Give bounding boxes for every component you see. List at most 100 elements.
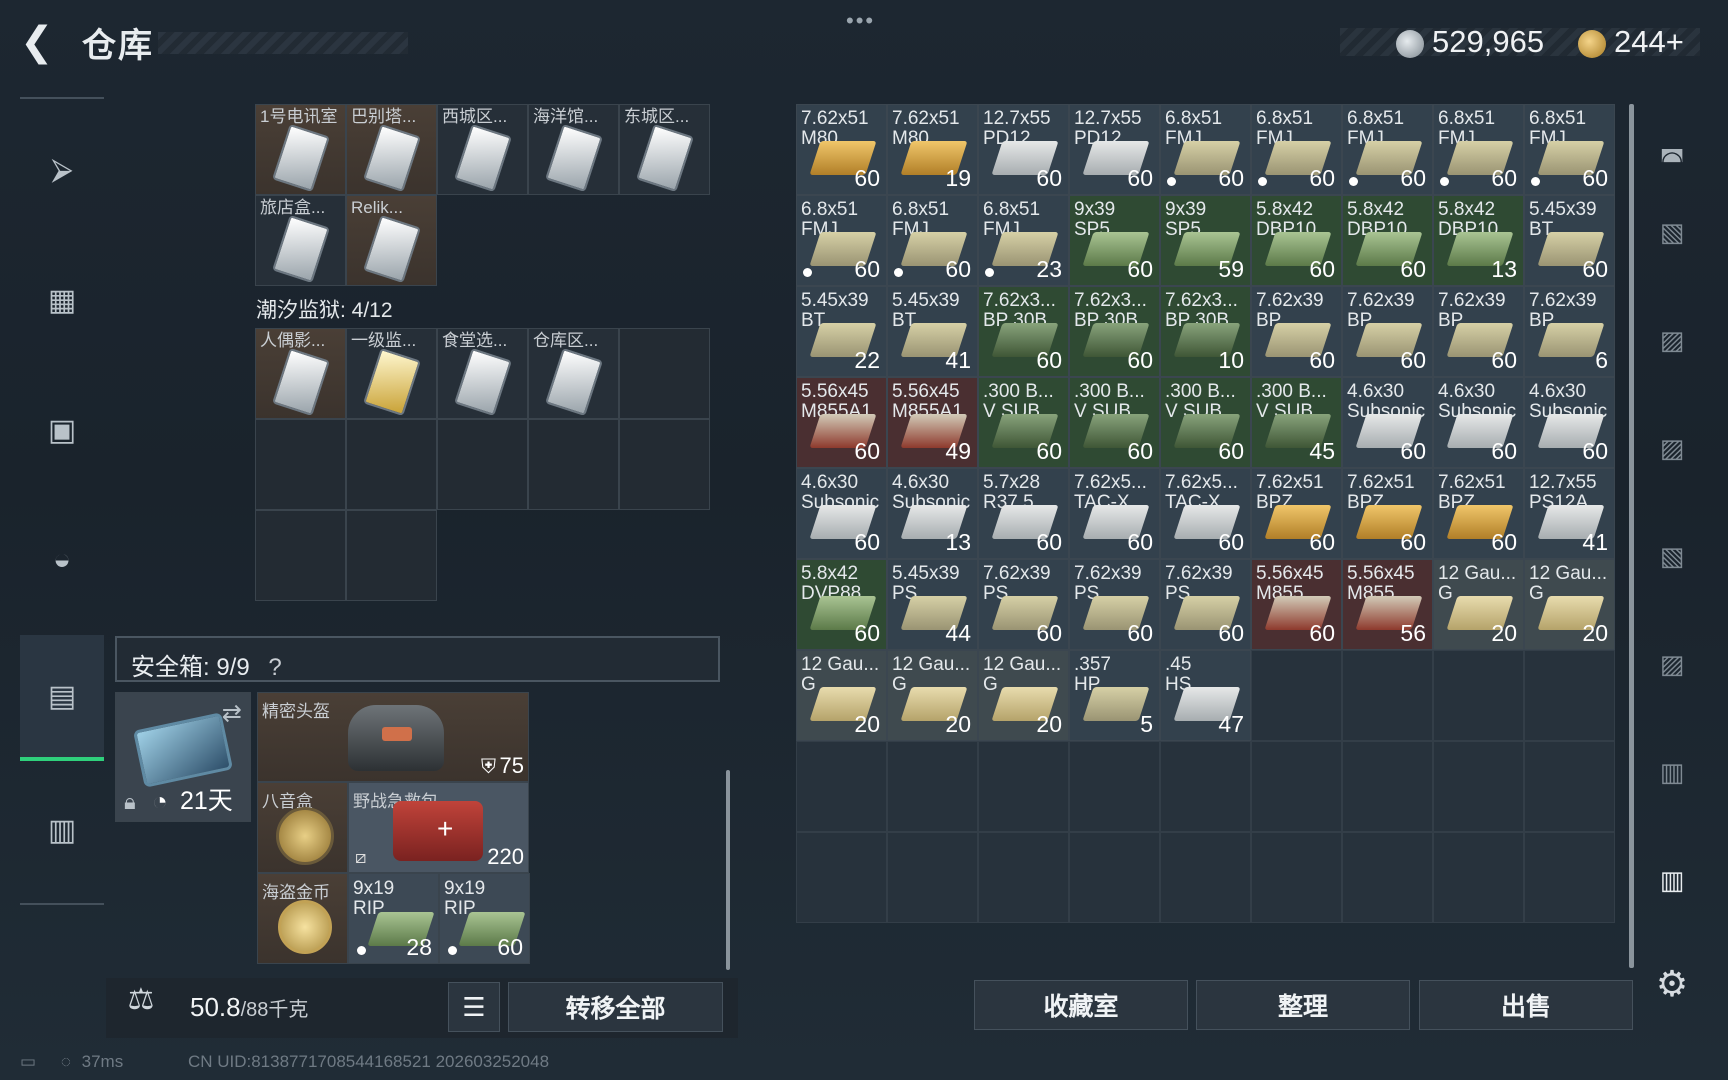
ammo-item[interactable]: 7.62x39 PS 60 xyxy=(1069,559,1160,650)
empty-slot[interactable] xyxy=(1433,832,1524,923)
empty-slot[interactable] xyxy=(346,510,437,601)
toolbox-icon[interactable]: ▥ xyxy=(20,775,104,885)
keycard-slot[interactable]: 食堂选... xyxy=(437,328,528,419)
more-menu-icon[interactable]: ••• xyxy=(846,8,875,34)
ammo-item[interactable]: 6.8x51 FMJ 60 xyxy=(887,195,978,286)
ammo-item[interactable]: 7.62x51 BPZ 60 xyxy=(1251,468,1342,559)
empty-slot[interactable] xyxy=(1342,741,1433,832)
stash-scrollbar[interactable] xyxy=(1629,104,1634,968)
ammo-item[interactable]: 7.62x39 BP 6 xyxy=(1524,286,1615,377)
empty-slot[interactable] xyxy=(619,328,710,419)
ammo-item[interactable]: 6.8x51 FMJ 60 xyxy=(1251,104,1342,195)
ammo-item[interactable]: 5.8x42 DBP10 60 xyxy=(1251,195,1342,286)
ammo-item[interactable]: 7.62x3... BP 30B 60 xyxy=(978,286,1069,377)
empty-slot[interactable] xyxy=(437,419,528,510)
ammo-item[interactable]: 4.6x30 Subsonic 60 xyxy=(1342,377,1433,468)
ammo-item[interactable]: 5.45x39 PS 44 xyxy=(887,559,978,650)
ammo-item-9x19-rip[interactable]: 9x19 RIP 60 xyxy=(439,873,530,964)
ammo-item[interactable]: 12 Gau... G 20 xyxy=(887,650,978,741)
ammo-item[interactable]: 7.62x3... BP 30B 60 xyxy=(1069,286,1160,377)
keycard-slot[interactable]: 仓库区... xyxy=(528,328,619,419)
ammo-item[interactable]: 6.8x51 FMJ 60 xyxy=(1524,104,1615,195)
ammo-item[interactable]: 5.56x45 M855A1 49 xyxy=(887,377,978,468)
empty-slot[interactable] xyxy=(1251,832,1342,923)
ammo-item[interactable]: 7.62x3... BP 30B 10 xyxy=(1160,286,1251,377)
ammo-item[interactable]: .300 B... V SUB 60 xyxy=(1069,377,1160,468)
empty-slot[interactable] xyxy=(619,419,710,510)
settings-gear-icon[interactable]: ⚙ xyxy=(1650,962,1694,1006)
empty-slot[interactable] xyxy=(1069,741,1160,832)
empty-slot[interactable] xyxy=(796,741,887,832)
ammo-item[interactable]: 12 Gau... G 20 xyxy=(796,650,887,741)
left-scrollbar[interactable] xyxy=(726,770,730,970)
helmet-icon[interactable]: ◚ xyxy=(1650,138,1694,182)
empty-slot[interactable] xyxy=(1524,650,1615,741)
empty-slot[interactable] xyxy=(1069,832,1160,923)
transfer-all-button[interactable]: 转移全部 xyxy=(508,982,723,1032)
collection-button[interactable]: 收藏室 xyxy=(974,980,1188,1030)
ammo-item[interactable]: 7.62x51 M80 19 xyxy=(887,104,978,195)
empty-slot[interactable] xyxy=(1433,650,1524,741)
empty-slot[interactable] xyxy=(796,832,887,923)
ammo-item[interactable]: 5.8x42 DVP88 60 xyxy=(796,559,887,650)
ammo-item[interactable]: 6.8x51 FMJ 23 xyxy=(978,195,1069,286)
backpack-icon[interactable]: ▣ xyxy=(20,375,104,485)
ammo-item[interactable]: 12.7x55 PD12 60 xyxy=(1069,104,1160,195)
safe-case-icon[interactable]: ▤ xyxy=(20,635,104,761)
empty-slot[interactable] xyxy=(255,419,346,510)
ammo-item[interactable]: 7.62x39 BP 60 xyxy=(1433,286,1524,377)
pirate-coin-item[interactable]: 海盗金币 xyxy=(257,873,348,964)
keycard-slot[interactable]: 旅店盒... xyxy=(255,195,346,286)
keycard-slot[interactable]: 西城区... xyxy=(437,104,528,195)
ammo-item[interactable]: 12 Gau... G 20 xyxy=(1433,559,1524,650)
ammo-item[interactable]: 7.62x5... TAC-X 60 xyxy=(1069,468,1160,559)
empty-slot[interactable] xyxy=(346,419,437,510)
empty-slot[interactable] xyxy=(1342,650,1433,741)
empty-slot[interactable] xyxy=(1342,832,1433,923)
rig-icon[interactable]: ◒ xyxy=(20,505,104,615)
folder-iv-icon[interactable]: ▥ xyxy=(1650,750,1694,794)
back-arrow-icon[interactable]: ❮ xyxy=(20,22,60,66)
empty-slot[interactable] xyxy=(887,741,978,832)
ammo-item[interactable]: 5.8x42 DBP10 13 xyxy=(1433,195,1524,286)
armor-icon[interactable]: ▧ xyxy=(1650,210,1694,254)
ammo-item[interactable]: 4.6x30 Subsonic 60 xyxy=(796,468,887,559)
ammo-item[interactable]: 9x39 SP5 60 xyxy=(1069,195,1160,286)
organize-button[interactable]: 整理 xyxy=(1196,980,1410,1030)
ammo-item[interactable]: 6.8x51 FMJ 60 xyxy=(796,195,887,286)
ammo-item[interactable]: .300 B... V SUB 60 xyxy=(978,377,1069,468)
ammo-item[interactable]: 7.62x39 BP 60 xyxy=(1342,286,1433,377)
armor-iv-icon[interactable]: ▨ xyxy=(1650,426,1694,470)
ammo-item[interactable]: 4.6x30 Subsonic 13 xyxy=(887,468,978,559)
ammo-item[interactable]: 7.62x51 BPZ 60 xyxy=(1433,468,1524,559)
ammo-item[interactable]: 12.7x55 PS12A 41 xyxy=(1524,468,1615,559)
ammo-item[interactable]: 9x39 SP5 59 xyxy=(1160,195,1251,286)
empty-slot[interactable] xyxy=(1160,741,1251,832)
swap-icon[interactable]: ⇄ xyxy=(222,699,242,728)
ammo-item[interactable]: 6.8x51 FMJ 60 xyxy=(1160,104,1251,195)
ammo-item[interactable]: 5.56x45 M855A1 60 xyxy=(796,377,887,468)
ammo-item-9x19-rip[interactable]: 9x19 RIP 28 xyxy=(348,873,439,964)
medkit-item[interactable]: 野战急救包 + ⧄ 220 xyxy=(348,782,529,873)
ammo-item[interactable]: .300 B... V SUB 60 xyxy=(1160,377,1251,468)
ammo-item[interactable]: .357 HP 5 xyxy=(1069,650,1160,741)
empty-slot[interactable] xyxy=(1524,741,1615,832)
gun-icon[interactable]: ⮚ xyxy=(20,115,104,225)
safe-case-item[interactable]: ⇄ 🔒︎ ◔ 21天 xyxy=(115,692,251,822)
helmet-item[interactable]: 精密头盔 ⛨ 75 xyxy=(257,692,529,782)
empty-slot[interactable] xyxy=(1251,741,1342,832)
ammo-item[interactable]: 5.56x45 M855 56 xyxy=(1342,559,1433,650)
ammo-item[interactable]: 4.6x30 Subsonic 60 xyxy=(1524,377,1615,468)
ammo-item[interactable]: 12 Gau... G 20 xyxy=(1524,559,1615,650)
ammo-item[interactable]: 6.8x51 FMJ 60 xyxy=(1433,104,1524,195)
ammo-item[interactable]: 7.62x39 PS 60 xyxy=(978,559,1069,650)
keycard-slot[interactable]: 人偶影... xyxy=(255,328,346,419)
ammo-item[interactable]: .45 HS 47 xyxy=(1160,650,1251,741)
armor-iv-icon[interactable]: ▨ xyxy=(1650,642,1694,686)
empty-slot[interactable] xyxy=(887,832,978,923)
empty-slot[interactable] xyxy=(1160,832,1251,923)
help-icon[interactable]: ? xyxy=(268,654,281,681)
ammo-item[interactable]: 4.6x30 Subsonic 60 xyxy=(1433,377,1524,468)
gold-balance[interactable]: 244+ xyxy=(1614,24,1684,60)
empty-slot[interactable] xyxy=(978,741,1069,832)
